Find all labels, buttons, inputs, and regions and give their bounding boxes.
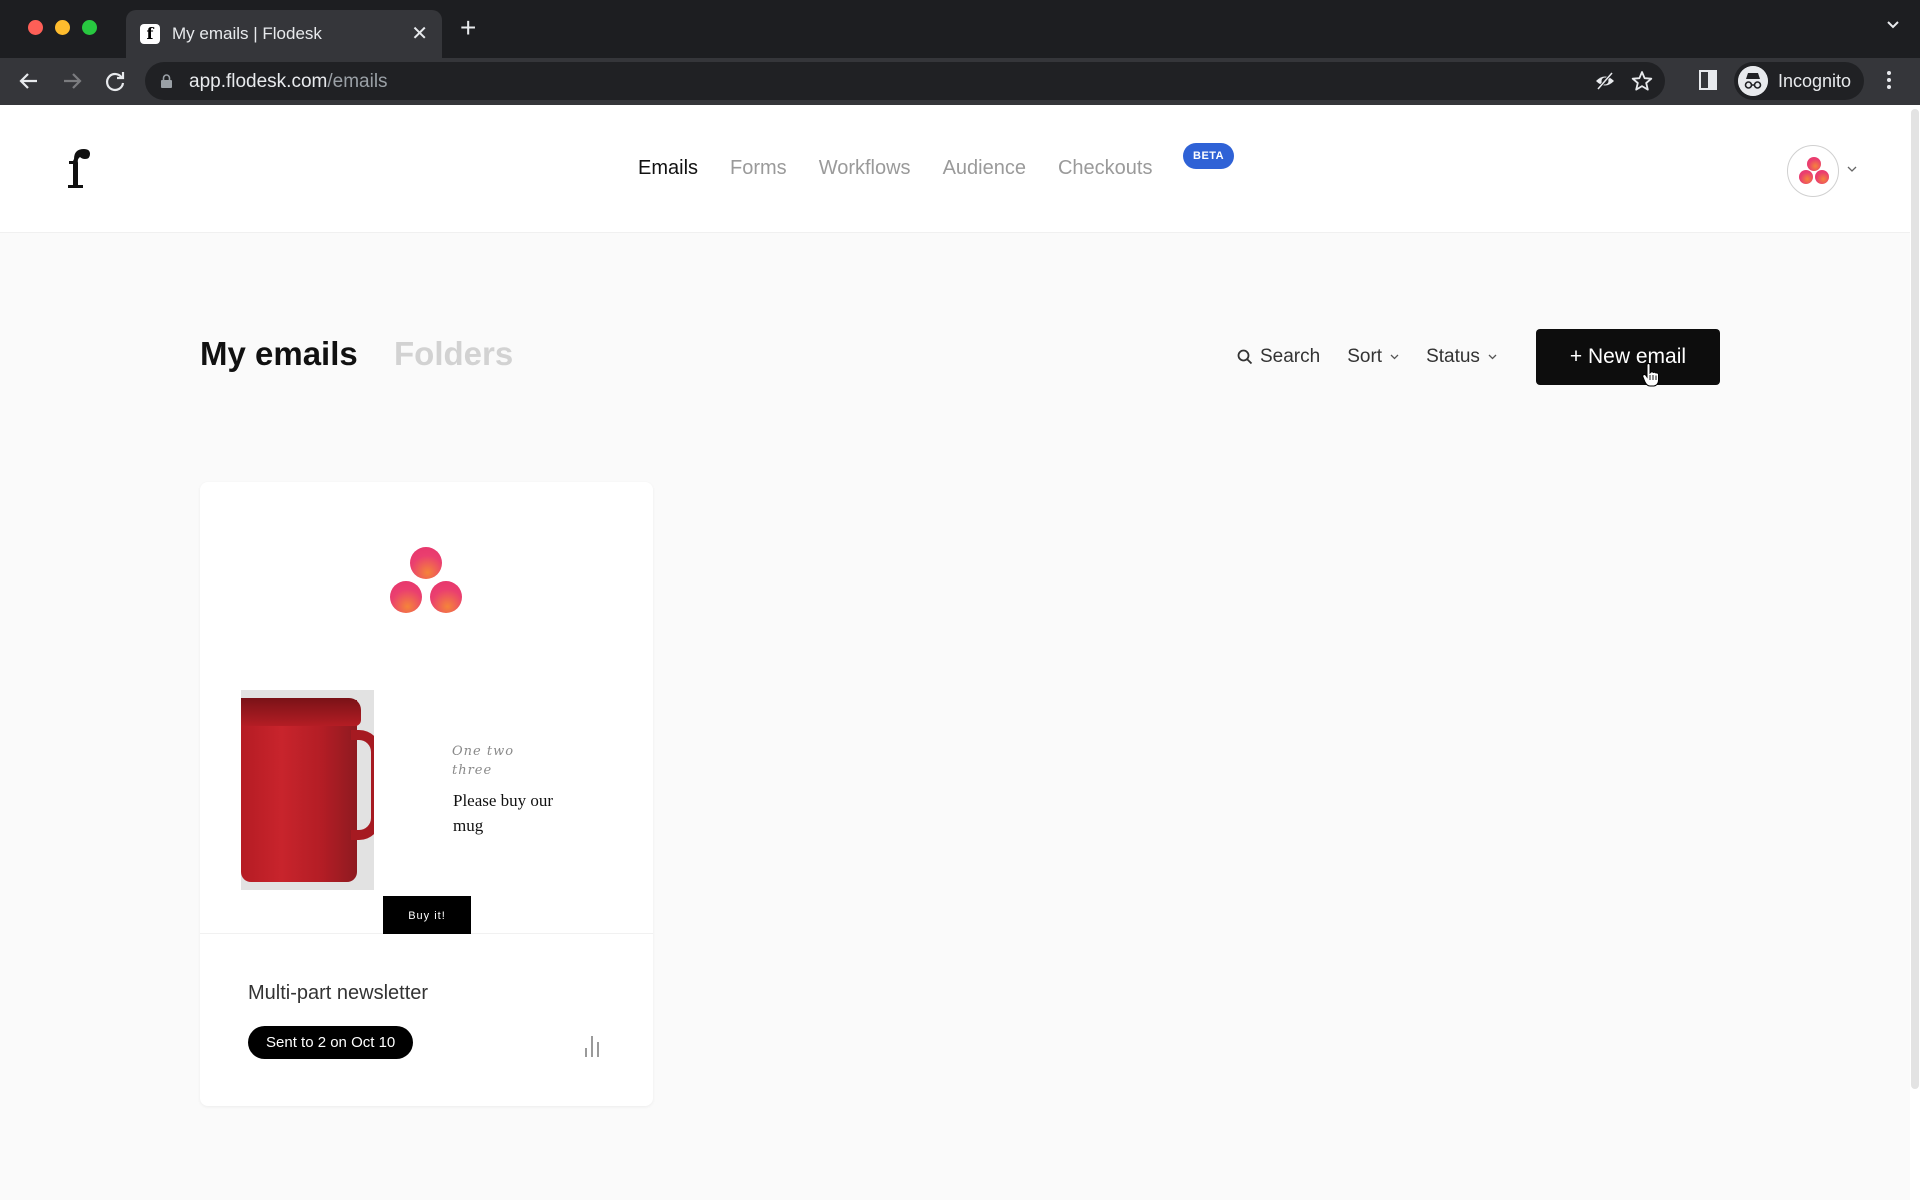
- account-menu[interactable]: [1787, 145, 1857, 197]
- list-controls: Search Sort Status: [1237, 346, 1524, 368]
- mug-image: [241, 690, 374, 890]
- url-path: /emails: [327, 71, 388, 92]
- forward-icon[interactable]: [58, 67, 86, 95]
- avatar[interactable]: [1787, 145, 1839, 197]
- email-preview: One two three Please buy our mug Buy it!: [200, 482, 653, 934]
- tab-strip: f My emails | Flodesk ✕ +: [0, 0, 1920, 58]
- chevron-down-icon: [1390, 354, 1399, 360]
- beta-badge: BETA: [1183, 143, 1235, 169]
- nav-checkouts[interactable]: Checkouts: [1058, 157, 1153, 180]
- tab-folders[interactable]: Folders: [394, 335, 513, 373]
- sort-dropdown[interactable]: Sort: [1347, 346, 1399, 368]
- tab-title: My emails | Flodesk: [172, 24, 322, 43]
- url-text[interactable]: app.flodesk.com/emails: [189, 71, 388, 93]
- eye-off-icon[interactable]: [1595, 71, 1615, 91]
- app-header: Emails Forms Workflows Audience Checkout…: [0, 105, 1910, 233]
- lock-icon[interactable]: [161, 74, 172, 88]
- status-dropdown[interactable]: Status: [1426, 346, 1497, 368]
- search-label: Search: [1260, 346, 1321, 367]
- bookmark-star-icon[interactable]: [1631, 70, 1653, 92]
- status-label: Status: [1426, 346, 1480, 367]
- flodesk-logo[interactable]: [60, 145, 96, 193]
- nav-audience[interactable]: Audience: [943, 157, 1026, 180]
- preview-script-text: One two three: [452, 744, 515, 778]
- page-title: My emails: [200, 335, 358, 372]
- new-email-button[interactable]: + New email: [1536, 329, 1720, 385]
- page-scrollbar[interactable]: [1910, 105, 1920, 1200]
- hand-cursor-icon: [1642, 363, 1659, 387]
- nav-workflows[interactable]: Workflows: [819, 157, 911, 180]
- window-zoom-button[interactable]: [82, 20, 97, 35]
- url-host: app.flodesk.com: [189, 71, 328, 92]
- tab-search-chevron-icon[interactable]: [1886, 18, 1900, 32]
- window-minimize-button[interactable]: [55, 20, 70, 35]
- status-badge: Sent to 2 on Oct 10: [248, 1026, 414, 1059]
- chevron-down-icon[interactable]: [1847, 165, 1857, 173]
- sort-label: Sort: [1347, 346, 1383, 367]
- main-nav: Emails Forms Workflows Audience Checkout…: [638, 157, 1152, 180]
- email-card[interactable]: One two three Please buy our mug Buy it!…: [200, 482, 653, 1106]
- address-bar[interactable]: app.flodesk.com/emails: [145, 62, 1665, 100]
- brand-logo: [390, 547, 462, 613]
- stats-bar-chart-icon[interactable]: [582, 1030, 602, 1060]
- preview-body-text: Please buy our mug: [453, 791, 554, 835]
- preview-buy-button: Buy it!: [383, 896, 471, 934]
- side-panel-icon[interactable]: [1699, 70, 1717, 90]
- flodesk-page: Emails Forms Workflows Audience Checkout…: [0, 105, 1910, 1200]
- nav-emails[interactable]: Emails: [638, 157, 698, 180]
- back-icon[interactable]: [15, 67, 43, 95]
- incognito-profile-button[interactable]: Incognito: [1734, 62, 1864, 100]
- chevron-down-icon: [1488, 354, 1497, 360]
- browser-toolbar: app.flodesk.com/emails Incognito: [0, 58, 1920, 105]
- browser-chrome: f My emails | Flodesk ✕ + app.flodesk.co…: [0, 0, 1920, 105]
- reload-icon[interactable]: [101, 67, 129, 95]
- nav-forms[interactable]: Forms: [730, 157, 787, 180]
- search-icon: [1237, 349, 1253, 365]
- scrollbar-thumb[interactable]: [1911, 109, 1919, 1089]
- tab-close-icon[interactable]: ✕: [411, 21, 428, 46]
- email-name: Multi-part newsletter: [248, 982, 429, 1004]
- browser-tab[interactable]: f My emails | Flodesk ✕: [126, 10, 442, 58]
- incognito-label: Incognito: [1778, 71, 1852, 91]
- incognito-icon: [1738, 66, 1768, 96]
- more-icon[interactable]: [1884, 68, 1894, 96]
- flodesk-favicon-icon: f: [140, 24, 160, 44]
- search-button[interactable]: Search: [1237, 346, 1320, 368]
- new-tab-button[interactable]: +: [460, 14, 476, 42]
- window-close-button[interactable]: [28, 20, 43, 35]
